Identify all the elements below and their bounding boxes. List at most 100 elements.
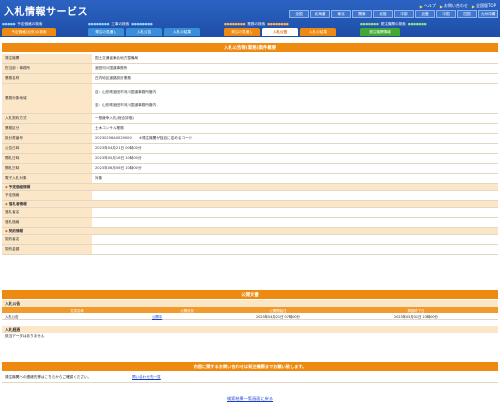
dots-decoration: ●●●●●●● <box>360 22 379 26</box>
region-tab-national[interactable]: 全国 <box>289 10 309 18</box>
region-tab-tohoku[interactable]: 東北 <box>331 10 351 18</box>
doc-status-link[interactable]: 公開中 <box>152 313 222 319</box>
table-row: 開札日時 2023年05月16日 10時00分 <box>2 154 498 164</box>
arrow-right-icon: ▶ <box>439 3 443 9</box>
construction-result-button[interactable]: 入札の結果 <box>164 28 200 36</box>
category-construction: ●●●●●●●● 工事の検索 ●●●●●●●● 発注の見通し 入札公告 入札の結… <box>88 21 200 36</box>
region-tab-hokkaido[interactable]: 北海道 <box>310 10 330 18</box>
row-label: 開札日時 <box>2 154 92 163</box>
row-value: 土木コンサル業務 <box>95 126 124 130</box>
region-tab-shikoku[interactable]: 四国 <box>457 10 477 18</box>
table-row: 担当部・事務所 酒田河川国道事務所 <box>2 64 498 74</box>
table-row: 契約者名 <box>2 235 498 245</box>
table-row: 業務区分 土木コンサル業務 <box>2 124 498 134</box>
category-services-label: 業務の検索 <box>247 21 266 26</box>
category-agency-label: 発注機関の検索 <box>380 21 406 26</box>
row-value: 国土交通省東北地方整備局 <box>95 56 139 60</box>
table-row: 落札価格 <box>2 218 498 228</box>
row-label: 落札価格 <box>2 218 92 227</box>
row-label: 業務名称 <box>2 74 92 83</box>
services-result-button[interactable]: 入札の結果 <box>300 28 336 36</box>
category-price-label: 予定価格の検索 <box>17 21 43 26</box>
table-row: 業務名称 庄内地区道路設計業務 <box>2 74 498 84</box>
row-label: 担当部・事務所 <box>2 64 92 73</box>
region-tab-hokuriku[interactable]: 北陸 <box>373 10 393 18</box>
row-label: 公告日時 <box>2 144 92 153</box>
group-heading-price: ◆ 予定価格情報 <box>2 184 498 191</box>
row-value: 対象 <box>95 176 103 180</box>
contact-text: 発注機関への連絡先等はこちらからご確認ください。 <box>5 375 92 379</box>
table-row: 入札公告 公開中 2023年04月21日 07時00分 2023年05月31日 … <box>2 313 498 320</box>
construction-outlook-button[interactable]: 発注の見通し <box>88 28 124 36</box>
region-tabs: 全国 北海道 東北 関東 北陸 中部 近畿 中国 四国 九州沖縄 <box>289 10 498 18</box>
row-label: 開札日時 <box>2 164 92 173</box>
notice-subheading: 入札公告 <box>2 300 498 307</box>
category-construction-label: 工事の検索 <box>111 21 130 26</box>
services-outlook-button[interactable]: 発注の見通し <box>224 28 260 36</box>
group-heading-contract: ◆ 契約情報 <box>2 228 498 235</box>
category-agency: ●●●●●●● 発注機関の検索 ●●●●●●● 発注機関情報 <box>360 21 427 36</box>
region-tab-chugoku[interactable]: 中国 <box>436 10 456 18</box>
region-tab-chubu[interactable]: 中部 <box>394 10 414 18</box>
row-value: 2023年05月16日 10時00分 <box>95 156 142 160</box>
row-label: 契約者名 <box>2 235 92 244</box>
table-row: 公告日時 2023年04月21日 00時00分 <box>2 144 498 154</box>
row-label: 電子入札対象 <box>2 174 92 183</box>
arrow-right-icon: ▶ <box>471 3 475 9</box>
diamond-icon: ◆ <box>5 185 8 189</box>
group-heading-winner: ◆ 落札者情報 <box>2 201 498 208</box>
contact-bar: 内容に関するお問い合わせは発注機関までお願い致します。 <box>2 362 498 371</box>
national-top-link[interactable]: ▶ 全国版TOP <box>472 3 496 9</box>
row-label: 落札者名 <box>2 208 92 217</box>
table-row: 業務対象地域 自：山形県酒田市河川国道事務所管内 至：山形県酒田市河川国道事務所… <box>2 84 498 114</box>
row-value: 2023年06月06日 10時00分 <box>95 166 142 170</box>
row-value: 一般競争入札(総合評価) <box>95 116 134 120</box>
row-value: 2023年04月21日 00時00分 <box>95 146 142 150</box>
progress-subheading: 入札経過 <box>2 326 498 333</box>
back-to-results-link[interactable]: 検索結果一覧画面に戻る <box>227 396 273 401</box>
row-value: 酒田河川国道事務所 <box>95 66 128 70</box>
category-price: ●●●●● 予定価格の検索 予定価格(目安)の検索 <box>2 21 56 36</box>
agency-info-button[interactable]: 発注機関情報 <box>360 28 400 36</box>
row-value: 20230256A0029000 ※発注機関が独自に定めるコード <box>95 136 193 140</box>
table-row: 予定価格 <box>2 191 498 201</box>
table-row: 契約金額 <box>2 245 498 255</box>
doc-name: 入札公告 <box>5 314 19 319</box>
dots-decoration: ●●●●●●●● <box>131 22 153 26</box>
row-label: 業務区分 <box>2 124 92 133</box>
documents-title-bar: 公開文書 <box>2 290 498 299</box>
row-label: 設計書番号 <box>2 134 92 143</box>
construction-notice-button[interactable]: 入札公告 <box>126 28 162 36</box>
row-value-to: 至：山形県酒田市河川国道事務所管内 <box>95 102 157 107</box>
region-tab-kyushu[interactable]: 九州沖縄 <box>478 10 498 18</box>
help-link[interactable]: ▶ ヘルプ <box>420 3 436 9</box>
row-label: 入札契約方式 <box>2 114 92 123</box>
price-search-button[interactable]: 予定価格(目安)の検索 <box>2 28 56 36</box>
region-tab-kanto[interactable]: 関東 <box>352 10 372 18</box>
no-data-message: 該当データはありません <box>5 334 45 338</box>
site-header: 入札情報サービス ▶ ヘルプ ▶ お問い合わせ ▶ 全国版TOP 全国 北海道 … <box>0 0 500 37</box>
inquiry-link[interactable]: ▶ お問い合わせ <box>440 3 468 9</box>
dots-decoration: ●●●●●●●● <box>267 22 289 26</box>
dots-decoration: ●●●●● <box>2 22 16 26</box>
app-title[interactable]: 入札情報サービス <box>4 3 88 18</box>
services-notice-button[interactable]: 入札公告 <box>262 28 298 36</box>
row-label: 発注機関 <box>2 54 92 63</box>
table-row: 開札日時 2023年06月06日 10時00分 <box>2 164 498 174</box>
doc-end: 2023年05月31日 23時00分 <box>394 314 438 319</box>
detail-title-bar: 入札公告等(業務)案件概要 <box>2 43 498 52</box>
table-row: 電子入札対象 対象 <box>2 174 498 184</box>
detail-table: 発注機関 国土交通省東北地方整備局 担当部・事務所 酒田河川国道事務所 業務名称… <box>2 54 498 255</box>
row-value-from: 自：山形県酒田市河川国道事務所管内 <box>95 89 157 94</box>
row-value: 庄内地区道路設計業務 <box>95 76 131 80</box>
region-tab-kinki[interactable]: 近畿 <box>415 10 435 18</box>
dots-decoration: ●●●●●●●● <box>224 22 246 26</box>
category-services: ●●●●●●●● 業務の検索 ●●●●●●●● 発注の見通し 入札公告 入札の結… <box>224 21 336 36</box>
table-row: 落札者名 <box>2 208 498 218</box>
contact-list-link[interactable]: 問い合わせ先一覧 <box>132 375 161 380</box>
diamond-icon: ◆ <box>5 229 8 233</box>
documents-section: 入札公告 文書名称 公開状況 公開開始日 掲載終了日 入札公告 公開中 2023… <box>2 300 498 340</box>
doc-start: 2023年04月21日 07時00分 <box>256 314 300 319</box>
arrow-right-icon: ▶ <box>419 3 423 9</box>
row-label: 契約金額 <box>2 245 92 254</box>
